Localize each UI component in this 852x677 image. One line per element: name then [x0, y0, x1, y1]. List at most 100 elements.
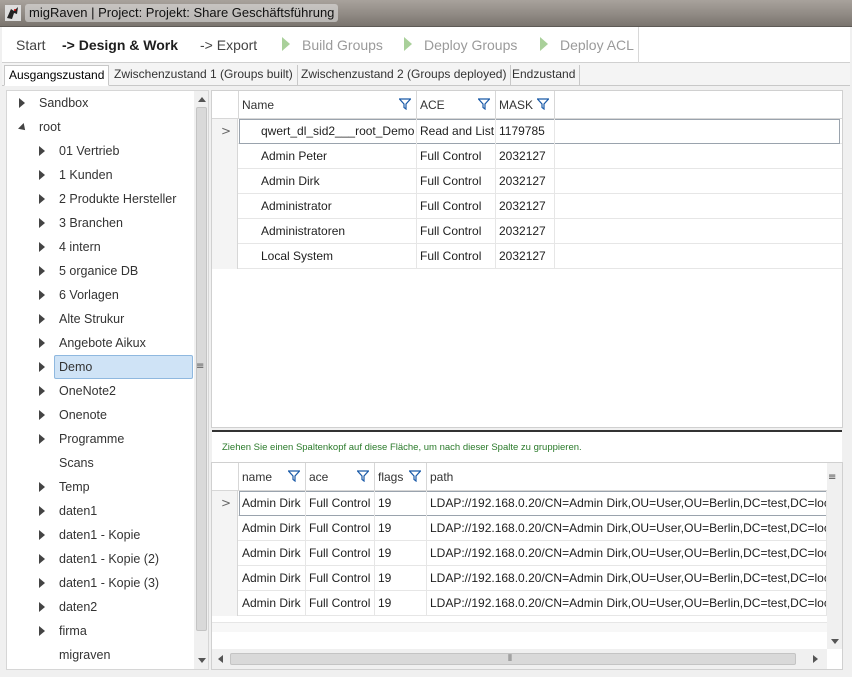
tree-item[interactable]: 1 Kunden: [7, 163, 193, 187]
row-indicator[interactable]: >: [212, 491, 238, 516]
expand-arrow-icon[interactable]: [39, 218, 45, 228]
expand-arrow-icon[interactable]: [39, 314, 45, 324]
tree-item[interactable]: daten2: [7, 595, 193, 619]
tree-item[interactable]: migraven: [7, 643, 193, 667]
collapse-arrow-icon[interactable]: [18, 123, 28, 133]
row-indicator[interactable]: [212, 566, 238, 591]
group-by-panel[interactable]: Ziehen Sie einen Spaltenkopf auf diese F…: [212, 430, 842, 462]
expand-arrow-icon[interactable]: [39, 194, 45, 204]
tab-ausgangszustand[interactable]: Ausgangszustand: [4, 65, 110, 86]
member-grid-hscrollbar[interactable]: ⦀: [212, 649, 827, 669]
tree-item[interactable]: firma: [7, 619, 193, 643]
expand-arrow-icon[interactable]: [39, 434, 45, 444]
filter-icon[interactable]: [288, 470, 300, 482]
tree-item[interactable]: Sandbox: [7, 91, 193, 115]
acl-row[interactable]: Local System Full Control 2032127: [212, 244, 842, 269]
cell-ace[interactable]: Full Control: [306, 566, 375, 591]
expand-arrow-icon[interactable]: [39, 290, 45, 300]
cell-ace[interactable]: Full Control: [417, 244, 496, 269]
scroll-down-icon[interactable]: [198, 658, 206, 663]
filter-icon[interactable]: [537, 98, 549, 110]
tree-item[interactable]: 4 intern: [7, 235, 193, 259]
step-deploy-groups[interactable]: Deploy Groups: [424, 37, 517, 53]
cell-flags[interactable]: 19: [375, 591, 427, 616]
cell-flags[interactable]: 19: [375, 566, 427, 591]
cell-name[interactable]: Local System: [239, 244, 417, 269]
member-row[interactable]: Admin Dirk Full Control 19 LDAP://192.168.0…: [212, 541, 827, 566]
member-row[interactable]: Admin Dirk Full Control 19 LDAP://192.168.0…: [212, 566, 827, 591]
cell-name[interactable]: Admin Dirk: [239, 591, 306, 616]
expand-arrow-icon[interactable]: [39, 338, 45, 348]
expand-arrow-icon[interactable]: [39, 410, 45, 420]
tree-item[interactable]: Angebote Aikux: [7, 331, 193, 355]
acl-row[interactable]: Administratoren Full Control 2032127: [212, 219, 842, 244]
scroll-down-icon[interactable]: [831, 639, 839, 644]
tree-item[interactable]: 3 Branchen: [7, 211, 193, 235]
step-start[interactable]: Start: [16, 37, 46, 53]
cell-ace[interactable]: Full Control: [306, 591, 375, 616]
member-row[interactable]: > Admin Dirk Full Control 19 LDAP://192.168.…: [212, 491, 827, 516]
row-indicator[interactable]: [212, 219, 238, 244]
cell-name[interactable]: Admin Dirk: [239, 516, 306, 541]
expand-arrow-icon[interactable]: [39, 578, 45, 588]
row-indicator[interactable]: [212, 244, 238, 269]
scroll-left-icon[interactable]: [218, 655, 223, 663]
expand-arrow-icon[interactable]: [39, 482, 45, 492]
cell-name[interactable]: Admin Dirk: [239, 169, 417, 194]
column-header-name[interactable]: Name: [239, 91, 417, 119]
acl-row[interactable]: Admin Peter Full Control 2032127: [212, 144, 842, 169]
tree-item[interactable]: Scans: [7, 451, 193, 475]
member-grid-vscrollbar[interactable]: ≡: [827, 463, 842, 649]
column-header-mask[interactable]: MASK: [496, 91, 555, 119]
cell-ace[interactable]: Full Control: [417, 169, 496, 194]
expand-arrow-icon[interactable]: [39, 602, 45, 612]
h-scroll-thumb[interactable]: ⦀: [230, 653, 796, 665]
cell-path[interactable]: LDAP://192.168.0.20/CN=Admin Dirk,OU=Use…: [427, 541, 827, 566]
scroll-up-icon[interactable]: [198, 97, 206, 102]
cell-name[interactable]: Admin Dirk: [239, 566, 306, 591]
cell-mask[interactable]: 2032127: [496, 169, 555, 194]
filter-icon[interactable]: [409, 470, 421, 482]
cell-path[interactable]: LDAP://192.168.0.20/CN=Admin Dirk,OU=Use…: [427, 566, 827, 591]
cell-ace[interactable]: Full Control: [306, 541, 375, 566]
cell-ace[interactable]: Read and List: [417, 119, 496, 144]
tree-item[interactable]: Alte Strukur: [7, 307, 193, 331]
row-indicator[interactable]: [212, 516, 238, 541]
cell-ace[interactable]: Full Control: [306, 516, 375, 541]
acl-row[interactable]: > qwert_dl_sid2___root_Demo Read and List 1…: [212, 119, 842, 144]
expand-arrow-icon[interactable]: [19, 98, 25, 108]
tree-item[interactable]: daten1 - Kopie: [7, 523, 193, 547]
expand-arrow-icon[interactable]: [39, 554, 45, 564]
cell-name[interactable]: Administrator: [239, 194, 417, 219]
expand-arrow-icon[interactable]: [39, 530, 45, 540]
column-header-name[interactable]: name: [239, 463, 306, 491]
filter-icon[interactable]: [399, 98, 411, 110]
expand-arrow-icon[interactable]: [39, 506, 45, 516]
folder-tree[interactable]: Sandbox root 01 Vertrieb 1 Kunden 2 Produkte…: [6, 90, 209, 670]
expand-arrow-icon[interactable]: [39, 242, 45, 252]
cell-path[interactable]: LDAP://192.168.0.20/CN=Admin Dirk,OU=Use…: [427, 591, 827, 616]
expand-arrow-icon[interactable]: [39, 362, 45, 372]
cell-ace[interactable]: Full Control: [417, 219, 496, 244]
row-indicator[interactable]: [212, 144, 238, 169]
expand-arrow-icon[interactable]: [39, 266, 45, 276]
column-header-flags[interactable]: flags: [375, 463, 427, 491]
step-build-groups[interactable]: Build Groups: [302, 37, 383, 53]
cell-flags[interactable]: 19: [375, 541, 427, 566]
cell-name[interactable]: Admin Dirk: [239, 491, 306, 516]
tree-item[interactable]: daten1 - Kopie (3): [7, 571, 193, 595]
tree-item[interactable]: Onenote: [7, 403, 193, 427]
tree-item[interactable]: 5 organice DB: [7, 259, 193, 283]
scroll-right-icon[interactable]: [813, 655, 818, 663]
row-indicator[interactable]: [212, 169, 238, 194]
column-header-ace[interactable]: ace: [306, 463, 375, 491]
tree-item[interactable]: daten1: [7, 499, 193, 523]
column-chooser-icon[interactable]: ≡: [828, 473, 836, 483]
acl-row[interactable]: Administrator Full Control 2032127: [212, 194, 842, 219]
tab-zwischenzustand-1[interactable]: Zwischenzustand 1 (Groups built): [110, 65, 298, 86]
tab-endzustand[interactable]: Endzustand: [508, 65, 581, 86]
column-header-ace[interactable]: ACE: [417, 91, 496, 119]
cell-name[interactable]: qwert_dl_sid2___root_Demo: [239, 119, 417, 144]
acl-grid[interactable]: Name ACE MASK > qwert_dl_sid2___root_Demo…: [211, 90, 843, 428]
cell-name[interactable]: Admin Dirk: [239, 541, 306, 566]
